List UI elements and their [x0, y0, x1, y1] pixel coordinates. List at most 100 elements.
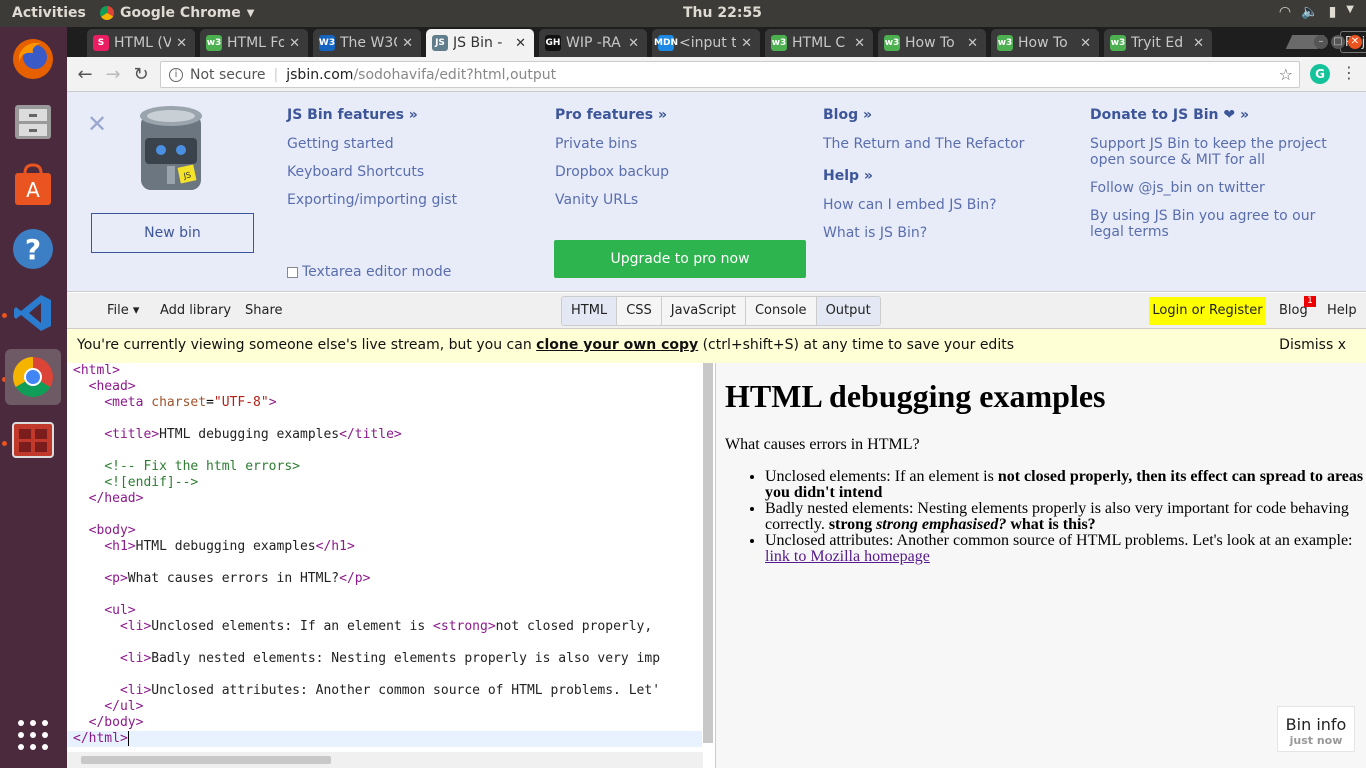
link-legal-terms[interactable]: By using JS Bin you agree to our legal t…: [1090, 208, 1330, 240]
code-line: <li>Unclosed attributes: Another common …: [119, 683, 661, 698]
info-card: ✕ JS New bin JS Bin features » Getting s…: [67, 92, 1366, 292]
link-getting-started[interactable]: Getting started: [287, 136, 537, 152]
help-heading[interactable]: Help »: [823, 168, 1073, 184]
bin-info-button[interactable]: Bin info just now: [1277, 706, 1355, 752]
link-vanity-urls[interactable]: Vanity URLs: [555, 192, 805, 208]
browser-tab[interactable]: MDN <input t ✕: [652, 29, 760, 57]
launcher-dock: A ?: [0, 27, 67, 768]
browser-tab[interactable]: w3 How To ✕: [991, 29, 1099, 57]
tab-output[interactable]: Output: [816, 297, 880, 325]
pro-heading[interactable]: Pro features »: [555, 107, 805, 123]
clock[interactable]: Thu 22:55: [683, 5, 762, 21]
window-controls: – □ ✕: [1314, 35, 1362, 49]
close-icon[interactable]: ✕: [741, 36, 752, 51]
tab-title: <input t: [679, 35, 737, 51]
info-icon[interactable]: i: [169, 67, 183, 82]
address-bar[interactable]: i Not secure | jsbin.com /sodohavifa/edi…: [160, 61, 1300, 88]
vscode-launcher[interactable]: [5, 285, 61, 341]
app-menu[interactable]: Google Chrome ▼: [100, 5, 254, 21]
tab-javascript[interactable]: JavaScript: [662, 297, 746, 325]
browser-tab[interactable]: GH WIP -RA ✕: [539, 29, 647, 57]
tab-console[interactable]: Console: [746, 297, 817, 325]
back-icon[interactable]: ←: [73, 63, 97, 87]
svg-text:A: A: [26, 178, 40, 202]
grammarly-extension-icon[interactable]: G: [1310, 64, 1330, 84]
list-item: Unclosed attributes: Another common sour…: [765, 533, 1366, 565]
link-what-is-jsbin[interactable]: What is JS Bin?: [823, 225, 1073, 241]
login-register-button[interactable]: Login or Register: [1149, 297, 1266, 325]
close-icon[interactable]: ✕: [176, 36, 187, 51]
help-link[interactable]: Help: [1327, 303, 1357, 318]
minimize-icon[interactable]: –: [1314, 35, 1328, 49]
html-code-editor[interactable]: <html> <head> <meta charset="UTF-8"> <ti…: [67, 363, 715, 768]
activities-button[interactable]: Activities: [12, 5, 86, 21]
code-line: </html>: [73, 731, 137, 747]
code-line: </head>: [88, 491, 144, 506]
link-twitter[interactable]: Follow @js_bin on twitter: [1090, 180, 1330, 196]
close-icon[interactable]: ✕: [628, 36, 639, 51]
link-blog-post[interactable]: The Return and The Refactor: [823, 136, 1073, 152]
close-icon[interactable]: ✕: [289, 36, 300, 51]
kebab-menu-icon[interactable]: ⋮: [1341, 63, 1357, 82]
new-bin-button[interactable]: New bin: [91, 213, 254, 253]
close-icon[interactable]: ✕: [515, 36, 526, 51]
firefox-launcher[interactable]: [5, 31, 61, 87]
upgrade-button[interactable]: Upgrade to pro now: [554, 240, 806, 278]
browser-tab[interactable]: w3 How To ✕: [878, 29, 986, 57]
close-icon[interactable]: ✕: [967, 36, 978, 51]
link-embed[interactable]: How can I embed JS Bin?: [823, 197, 1073, 213]
close-icon[interactable]: ✕: [1080, 36, 1091, 51]
show-applications-button[interactable]: [5, 707, 61, 763]
code-line: <li>Badly nested elements: Nesting eleme…: [119, 651, 661, 666]
clone-link[interactable]: clone your own copy: [536, 337, 698, 353]
link-dropbox-backup[interactable]: Dropbox backup: [555, 164, 805, 180]
wifi-icon: ◠: [1278, 4, 1292, 20]
tab-title: How To: [1018, 35, 1068, 51]
textarea-mode-toggle[interactable]: Textarea editor mode: [287, 264, 451, 280]
forward-icon[interactable]: →: [101, 63, 125, 87]
file-menu[interactable]: File ▾: [107, 303, 139, 318]
close-window-icon[interactable]: ✕: [1348, 35, 1362, 49]
reload-icon[interactable]: ↻: [129, 63, 153, 87]
close-icon[interactable]: ✕: [854, 36, 865, 51]
checkbox[interactable]: [287, 266, 298, 278]
browser-tab[interactable]: w3 Tryit Ed ✕: [1104, 29, 1212, 57]
software-launcher[interactable]: A: [5, 157, 61, 213]
browser-tab[interactable]: w3 HTML C ✕: [765, 29, 873, 57]
horizontal-scrollbar[interactable]: [67, 752, 703, 768]
mozilla-link[interactable]: link to Mozilla homepage: [765, 548, 930, 565]
tab-html[interactable]: HTML: [562, 297, 618, 325]
close-icon[interactable]: ✕: [1193, 36, 1204, 51]
donate-heading[interactable]: Donate to JS Bin ❤ »: [1090, 107, 1330, 123]
chrome-launcher[interactable]: [5, 349, 61, 405]
blog-heading[interactable]: Blog »: [823, 107, 1073, 123]
close-icon[interactable]: ✕: [402, 36, 413, 51]
features-heading[interactable]: JS Bin features »: [287, 107, 537, 123]
terminal-launcher[interactable]: [5, 413, 61, 469]
vertical-scrollbar[interactable]: [703, 363, 713, 743]
security-label[interactable]: Not secure: [190, 67, 266, 83]
chrome-icon: [13, 357, 53, 397]
link-keyboard-shortcuts[interactable]: Keyboard Shortcuts: [287, 164, 537, 180]
maximize-icon[interactable]: □: [1331, 35, 1345, 49]
link-support[interactable]: Support JS Bin to keep the project open …: [1090, 136, 1330, 168]
bookmark-star-icon[interactable]: ☆: [1279, 65, 1293, 84]
browser-tab[interactable]: S HTML (V ✕: [87, 29, 195, 57]
link-private-bins[interactable]: Private bins: [555, 136, 805, 152]
svg-text:?: ?: [25, 233, 41, 266]
close-icon[interactable]: ✕: [87, 110, 107, 138]
files-launcher[interactable]: [5, 93, 61, 149]
dismiss-button[interactable]: Dismiss x: [1279, 329, 1346, 361]
browser-tab[interactable]: w3 HTML Fo ✕: [200, 29, 308, 57]
tab-css[interactable]: CSS: [617, 297, 662, 325]
browser-tab-active[interactable]: JS JS Bin - ✕: [426, 29, 534, 57]
help-launcher[interactable]: ?: [5, 221, 61, 277]
system-tray[interactable]: ◠ 🔈 ▮ ▼: [1279, 4, 1354, 20]
tab-strip: S HTML (V ✕ w3 HTML Fo ✕ W3 The W3C ✕ JS…: [67, 27, 1366, 57]
add-library-button[interactable]: Add library: [160, 303, 231, 318]
share-button[interactable]: Share: [245, 303, 283, 318]
link-exporting-gist[interactable]: Exporting/importing gist: [287, 192, 537, 208]
chrome-icon: [100, 6, 114, 20]
browser-tab[interactable]: W3 The W3C ✕: [313, 29, 421, 57]
scrollbar-thumb[interactable]: [81, 756, 331, 764]
